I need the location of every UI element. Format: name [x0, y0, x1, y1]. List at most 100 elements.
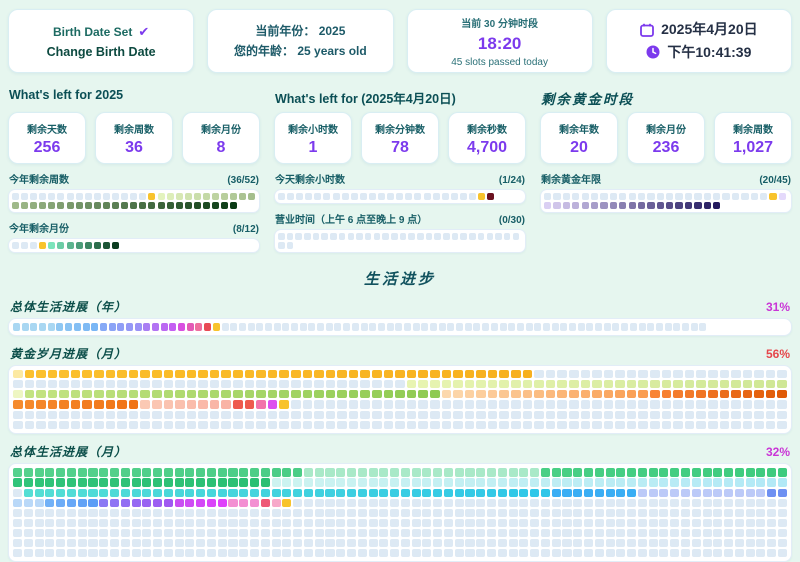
progress-cell — [185, 468, 194, 476]
progress-cell — [256, 390, 266, 398]
progress-cell — [218, 539, 227, 547]
progress-cell — [647, 193, 654, 200]
progress-cell — [638, 539, 647, 547]
bar-label: 今年剩余周数 — [9, 171, 69, 186]
progress-cell — [164, 380, 174, 388]
progress-cell — [756, 509, 765, 517]
progress-cell — [659, 478, 668, 486]
progress-cell — [465, 499, 474, 507]
progress-cell — [760, 193, 767, 200]
progress-cell — [407, 370, 417, 378]
progress-cell — [778, 478, 787, 486]
progress-cell — [713, 468, 722, 476]
progress-cell — [207, 489, 216, 497]
progress-cell — [250, 468, 259, 476]
progress-cell — [746, 519, 755, 527]
progress-cell — [358, 529, 367, 537]
progress-cell — [741, 193, 748, 200]
progress-cell — [401, 499, 410, 507]
progress-cell — [198, 400, 208, 408]
progress-cell — [59, 411, 69, 419]
progress-cell — [374, 233, 381, 240]
datetime-card: 2025年4月20日 下午10:41:39 — [606, 9, 792, 73]
progress-cell — [562, 468, 571, 476]
progress-cell — [110, 509, 119, 517]
progress-cell — [541, 499, 550, 507]
progress-cell — [295, 233, 302, 240]
progress-cell — [519, 529, 528, 537]
progress-cell — [207, 549, 216, 557]
progress-cell — [422, 478, 431, 486]
progress-cell — [36, 390, 46, 398]
progress-cell — [606, 549, 615, 557]
progress-cell — [230, 323, 237, 331]
progress-cell — [221, 370, 231, 378]
progress-cell — [476, 421, 486, 429]
progress-cell — [106, 370, 116, 378]
progress-cell — [250, 489, 259, 497]
progress-cell — [476, 489, 485, 497]
progress-cell — [57, 193, 64, 200]
progress-cell — [109, 323, 116, 331]
progress-cell — [379, 499, 388, 507]
progress-cell — [673, 411, 683, 419]
progress-cell — [139, 202, 146, 209]
progress-cell — [414, 193, 421, 200]
progress-cell — [175, 468, 184, 476]
progress-cell — [713, 202, 720, 209]
progress-cell — [314, 411, 324, 419]
progress-cell — [670, 519, 679, 527]
progress-cell — [509, 529, 518, 537]
progress-cell — [442, 421, 452, 429]
progress-cell — [544, 202, 551, 209]
progress-cell — [67, 549, 76, 557]
progress-cell — [735, 509, 744, 517]
progress-cell — [221, 202, 228, 209]
progress-cell — [422, 509, 431, 517]
progress-cell — [13, 411, 23, 419]
progress-cell — [351, 193, 358, 200]
progress-cell — [499, 390, 509, 398]
progress-cell — [746, 489, 755, 497]
progress-cell — [592, 390, 602, 398]
progress-cell — [342, 193, 349, 200]
progress-cell — [469, 233, 476, 240]
progress-cell — [649, 529, 658, 537]
progress-cell — [638, 421, 648, 429]
progress-cell — [563, 202, 570, 209]
progress-cell — [76, 242, 83, 249]
progress-cell — [720, 411, 730, 419]
progress-cell — [291, 323, 298, 331]
progress-cell — [455, 509, 464, 517]
progress-cell — [638, 519, 647, 527]
progress-cell — [659, 519, 668, 527]
business-hours-grid — [274, 229, 526, 253]
progress-cell — [21, 202, 28, 209]
progress-cell — [659, 489, 668, 497]
progress-cell — [572, 193, 579, 200]
progress-cell — [185, 499, 194, 507]
progress-cell — [509, 478, 518, 486]
progress-cell — [337, 421, 347, 429]
progress-cell — [347, 519, 356, 527]
change-birth-date-button[interactable]: Change Birth Date — [47, 45, 156, 59]
progress-cell — [228, 539, 237, 547]
hours-remaining-grid — [274, 189, 526, 204]
progress-cell — [478, 193, 485, 200]
progress-cell — [769, 193, 776, 200]
progress-cell — [434, 233, 441, 240]
progress-cell — [704, 202, 711, 209]
progress-cell — [112, 202, 119, 209]
progress-cell — [692, 519, 701, 527]
progress-cell — [476, 509, 485, 517]
stat-months-left: 剩余月份 8 — [182, 112, 260, 164]
progress-cell — [401, 519, 410, 527]
progress-cell — [546, 400, 556, 408]
progress-cell — [175, 400, 185, 408]
progress-cell — [616, 468, 625, 476]
progress-cell — [498, 468, 507, 476]
progress-cell — [519, 509, 528, 517]
progress-cell — [713, 193, 720, 200]
progress-cell — [196, 519, 205, 527]
progress-cell — [218, 478, 227, 486]
